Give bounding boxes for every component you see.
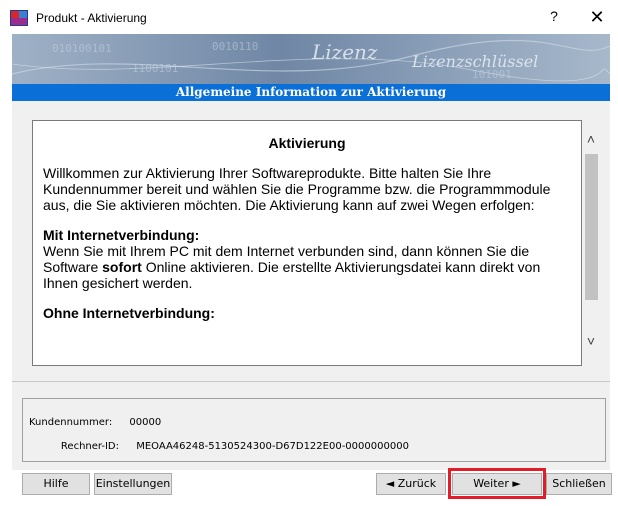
banner-text-lizenzschluessel: Lizenzschlüssel — [412, 52, 539, 71]
app-icon — [10, 10, 28, 26]
back-button[interactable]: ◄ Zurück — [376, 473, 446, 495]
close-button[interactable]: Schließen — [546, 473, 612, 495]
online-text-bold: sofort — [102, 259, 142, 275]
machine-id-label: Rechner-ID: — [60, 441, 119, 452]
svg-text:010100101: 010100101 — [52, 42, 112, 55]
close-icon[interactable]: ✕ — [582, 6, 612, 28]
help-icon[interactable]: ? — [542, 8, 566, 28]
scroll-thumb[interactable] — [585, 154, 598, 300]
next-button-highlight — [448, 468, 546, 499]
doc-title: Aktivierung — [268, 135, 346, 151]
customer-number-label: Kundennummer: — [29, 417, 113, 428]
banner-text-lizenz: Lizenz — [312, 40, 378, 64]
customer-number-value: 00000 — [129, 417, 162, 428]
machine-id-value: MEOAA46248-5130524300-D67D122E00-0000000… — [136, 441, 409, 452]
customer-number-row: Kundennummer: 00000 — [29, 417, 161, 428]
intro-paragraph: Willkommen zur Aktivierung Ihrer Softwar… — [43, 165, 551, 213]
svg-text:0010110: 0010110 — [212, 40, 258, 53]
heading-offline: Ohne Internetverbindung: — [43, 305, 215, 321]
scroll-down-icon[interactable]: ˅ — [582, 330, 600, 352]
window-title: Produkt - Aktivierung — [36, 11, 147, 25]
machine-id-row: Rechner-ID: MEOAA46248-5130524300-D67D12… — [29, 441, 409, 452]
scrollbar[interactable]: ˄ ˅ — [582, 128, 600, 354]
section-header: Allgemeine Information zur Aktivierung — [12, 84, 610, 101]
scroll-up-icon[interactable]: ˄ — [582, 128, 600, 150]
title-bar: Produkt - Aktivierung ? ✕ — [0, 0, 618, 34]
customer-info-box: Kundennummer: 00000 Rechner-ID: MEOAA462… — [22, 398, 606, 462]
header-banner: 010100101 1100101 0010110 101001 Lizenz … — [12, 34, 610, 84]
online-paragraph: Wenn Sie mit Ihrem PC mit dem Internet v… — [43, 243, 571, 291]
svg-text:1100101: 1100101 — [132, 62, 178, 75]
activation-info-panel: Aktivierung Willkommen zur Aktivierung I… — [32, 120, 582, 366]
settings-button[interactable]: Einstellungen — [94, 473, 172, 495]
heading-online: Mit Internetverbindung: — [43, 227, 200, 243]
help-button[interactable]: Hilfe — [22, 473, 90, 495]
